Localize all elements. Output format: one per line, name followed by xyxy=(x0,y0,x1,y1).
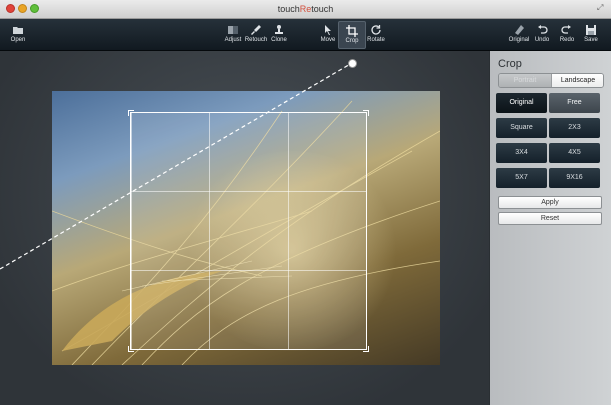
title-accent: Re xyxy=(299,4,312,14)
rotation-handle[interactable] xyxy=(348,59,357,68)
window-title: touchRetouch xyxy=(0,4,611,14)
open-label: Open xyxy=(10,37,26,43)
panel-title: Crop xyxy=(498,58,522,70)
ratio-4x5-button[interactable]: 4X5 xyxy=(549,143,600,163)
save-label: Save xyxy=(584,37,598,43)
undo-button[interactable]: Undo xyxy=(528,21,556,49)
ratio-2x3-button[interactable]: 2X3 xyxy=(549,118,600,138)
rotate-icon xyxy=(371,25,381,35)
ratio-3x4-button[interactable]: 3X4 xyxy=(496,143,547,163)
folder-icon xyxy=(13,27,23,34)
orientation-segmented-control: Portrait Landscape xyxy=(498,73,604,88)
adjust-icon xyxy=(228,26,238,34)
crop-panel: Crop Portrait Landscape Original Free Sq… xyxy=(489,51,611,405)
clone-stamp-icon xyxy=(275,25,283,34)
fullscreen-icon[interactable]: ⤢ xyxy=(597,4,605,12)
open-button[interactable]: Open xyxy=(4,21,32,49)
rotation-guide-line xyxy=(0,62,353,270)
title-prefix: touch xyxy=(277,4,300,14)
title-suffix: touch xyxy=(311,4,334,14)
brush-icon xyxy=(251,25,261,35)
rotate-label: Rotate xyxy=(367,37,385,43)
portrait-option[interactable]: Portrait xyxy=(499,74,551,87)
clone-label: Clone xyxy=(271,37,287,43)
ratio-5x7-button[interactable]: 5X7 xyxy=(496,168,547,188)
clone-button[interactable]: Clone xyxy=(265,21,293,49)
ratio-square-button[interactable]: Square xyxy=(496,118,547,138)
undo-label: Undo xyxy=(534,37,550,43)
landscape-option[interactable]: Landscape xyxy=(551,74,603,87)
ratio-free-button[interactable]: Free xyxy=(549,93,600,113)
save-icon xyxy=(586,25,596,35)
rotate-button[interactable]: Rotate xyxy=(362,21,390,49)
reset-button[interactable]: Reset xyxy=(498,212,602,225)
original-icon xyxy=(515,25,524,35)
pointer-icon xyxy=(325,25,331,35)
apply-button[interactable]: Apply xyxy=(498,196,602,209)
redo-icon xyxy=(561,25,571,34)
window-titlebar: touchRetouch ⤢ xyxy=(0,0,611,19)
main-toolbar: Open Adjust Retouch Clone Move Crop Rota… xyxy=(0,19,611,51)
undo-icon xyxy=(538,25,548,34)
save-button[interactable]: Save xyxy=(577,21,605,49)
crop-icon xyxy=(346,25,358,37)
ratio-9x16-button[interactable]: 9X16 xyxy=(549,168,600,188)
ratio-original-button[interactable]: Original xyxy=(496,93,547,113)
